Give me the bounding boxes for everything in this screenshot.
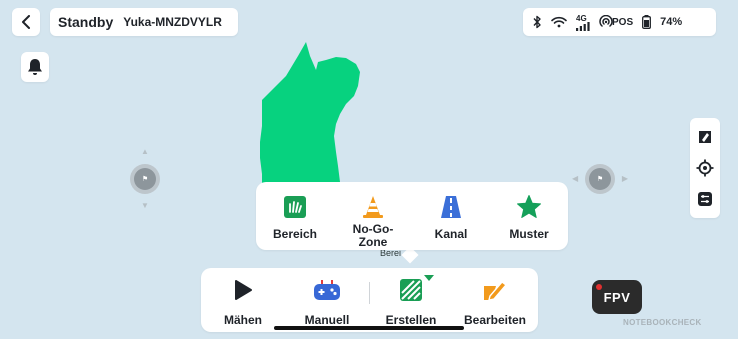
create-area-option[interactable]: Bereich [259,194,331,241]
fpv-camera-button[interactable]: FPV [592,280,642,314]
grass-area-icon [284,194,306,220]
pos-label: POS [612,16,634,28]
create-no-go-zone-option[interactable]: No-Go- Zone [337,194,409,249]
map-edit-icon[interactable] [694,126,716,148]
mower-marker-icon: ⚑ [134,168,156,190]
map-settings-sliders-icon[interactable] [694,188,716,210]
watermark: NOTEBOOKCHECK [623,318,702,327]
traffic-cone-icon [360,194,386,220]
nav-point-marker: ⚑ [585,164,615,194]
battery-icon [642,15,652,29]
rtk-pos-icon: POS [599,15,633,29]
home-indicator[interactable] [274,326,464,330]
device-name: Yuka-MNZDVYLR [123,15,222,29]
manual-button[interactable]: Manuell [285,276,369,327]
create-menu-popup: Bereich No-Go- Zone Kanal Muster [256,182,568,250]
device-title-card: Standby Yuka-MNZDVYLR [50,8,238,36]
back-button[interactable] [12,8,40,36]
chevron-up-icon: ▲ [141,147,149,156]
wifi-icon [551,16,567,28]
chevron-left-icon: ◀ [572,174,579,183]
create-channel-option[interactable]: Kanal [415,194,487,241]
create-channel-label: Kanal [434,227,468,241]
bottom-action-bar: Mähen Manuell Erstellen Bearbeiten [201,268,538,332]
bottom-bar-divider [369,282,370,304]
manual-label: Manuell [304,313,350,327]
create-pattern-option[interactable]: Muster [493,194,565,241]
create-button[interactable]: Erstellen [369,275,453,327]
nav-point-marker: ⚑ [130,164,160,194]
star-icon [516,194,542,220]
mower-status: Standby [58,14,114,30]
fpv-label: FPV [603,289,631,305]
status-bar[interactable]: 4G POS 74% [523,8,716,36]
right-navigation-point[interactable]: ◀ ⚑ ▶ [572,148,628,210]
edit-icon [482,276,508,304]
bluetooth-icon [533,15,542,29]
bell-icon [28,59,42,75]
locate-mower-icon[interactable] [694,157,716,179]
road-channel-icon [440,194,462,220]
chevron-down-icon: ▼ [141,201,149,210]
mower-marker-icon: ⚑ [589,168,611,190]
expanded-caret-icon [424,275,434,281]
edit-label: Bearbeiten [463,313,527,327]
create-area-label: Bereich [272,227,318,241]
notifications-button[interactable] [21,52,49,82]
chevron-right-icon: ▶ [621,174,628,183]
chevron-left-icon [22,15,30,29]
play-icon [233,276,253,304]
cellular-4g-icon: 4G [576,14,590,31]
create-icon [400,275,434,304]
battery-percent: 74% [660,16,683,28]
edit-button[interactable]: Bearbeiten [453,276,537,327]
gamepad-icon [313,276,341,304]
map-tools-panel [690,118,720,218]
recording-dot-icon [596,284,602,290]
mow-button[interactable]: Mähen [201,276,285,327]
create-label: Erstellen [385,313,437,327]
create-pattern-label: Muster [509,227,549,241]
create-no-go-zone-label: No-Go- Zone [352,222,394,249]
left-navigation-point[interactable]: ▲ ⚑ ▼ [125,148,165,210]
mow-label: Mähen [223,313,262,327]
